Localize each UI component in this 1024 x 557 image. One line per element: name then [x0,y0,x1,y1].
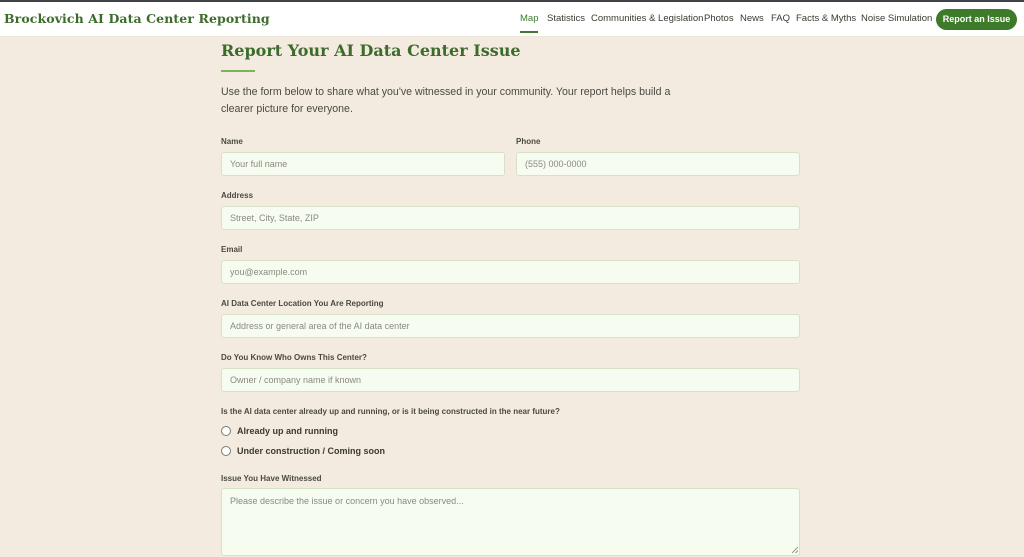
issue-label: Issue You Have Witnessed [221,474,322,483]
name-input[interactable] [221,152,505,176]
intro-text: Use the form below to share what you've … [221,86,671,115]
radio-button[interactable] [221,426,231,436]
address-input[interactable] [221,206,800,230]
nav-link-news[interactable]: News [740,13,764,24]
radio-option-label: Already up and running [237,426,339,436]
location-label: AI Data Center Location You Are Reportin… [221,299,384,308]
email-input[interactable] [221,260,800,284]
top-navigation-bar: Brockovich AI Data Center Reporting Map … [0,2,1024,37]
radio-option-label: Under construction / Coming soon [237,446,385,456]
phone-label: Phone [516,137,541,146]
status-question-label: Is the AI data center already up and run… [221,407,560,416]
location-input[interactable] [221,314,800,338]
site-brand[interactable]: Brockovich AI Data Center Reporting [4,11,270,26]
nav-link-statistics[interactable]: Statistics [547,13,585,24]
owner-label: Do You Know Who Owns This Center? [221,353,367,362]
title-accent-rule [221,70,255,72]
address-label: Address [221,191,254,200]
name-label: Name [221,137,243,146]
owner-input[interactable] [221,368,800,392]
textarea-resize-handle[interactable] [792,547,798,553]
phone-input[interactable] [516,152,800,176]
nav-link-faq[interactable]: FAQ [771,13,790,24]
page-title: Report Your AI Data Center Issue [221,41,521,60]
report-issue-button[interactable]: Report an Issue [936,9,1017,30]
status-option-running[interactable]: Already up and running [221,424,338,438]
nav-link-communities-legislation[interactable]: Communities & Legislation [591,13,703,24]
issue-textarea[interactable] [221,488,800,556]
nav-link-photos[interactable]: Photos [704,13,734,24]
email-label: Email [221,245,243,254]
radio-button[interactable] [221,446,231,456]
nav-link-map[interactable]: Map [520,13,538,24]
nav-link-facts-myths[interactable]: Facts & Myths [796,13,856,24]
active-nav-indicator [520,31,538,33]
nav-link-noise-simulation[interactable]: Noise Simulation [861,13,932,24]
status-option-construction[interactable]: Under construction / Coming soon [221,444,385,458]
